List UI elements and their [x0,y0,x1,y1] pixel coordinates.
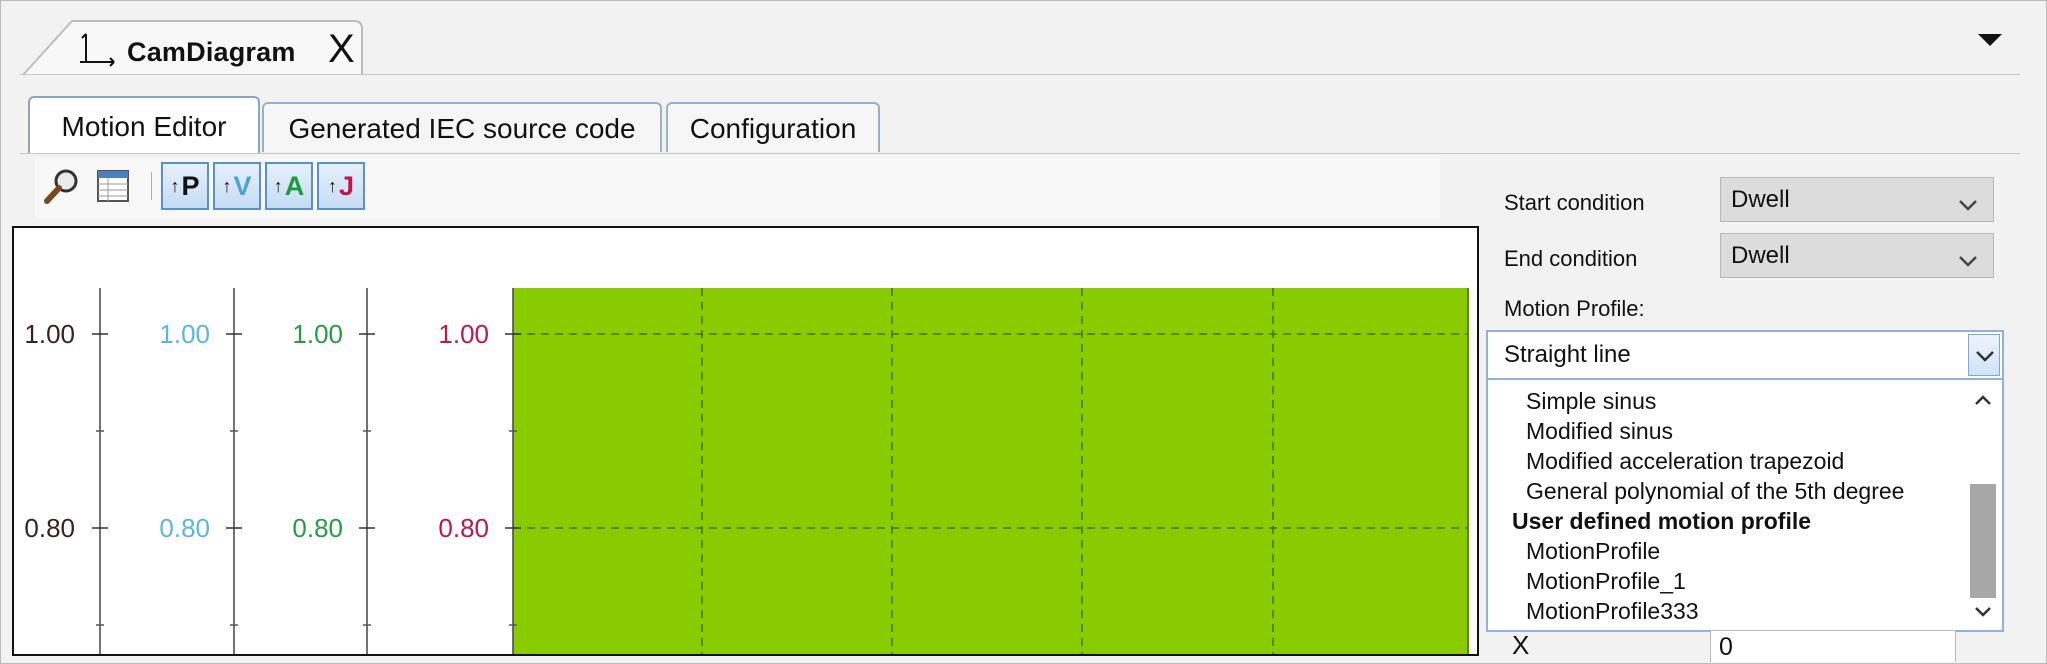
velocity-button-label: V [233,170,252,201]
table-icon[interactable] [91,164,135,208]
document-tab-baseline [20,74,2020,75]
scrollbar-thumb[interactable] [1970,484,1996,598]
end-condition-label: End condition [1504,246,1638,271]
end-condition-select[interactable]: Dwell [1720,233,1994,278]
jerk-button[interactable]: ↑ J [317,162,365,210]
position-button[interactable]: ↑ P [161,162,209,210]
option-motionprofile-1[interactable]: MotionProfile_1 [1526,568,1686,595]
arrow-up-icon: ↑ [273,175,283,196]
option-motionprofile333[interactable]: MotionProfile333 [1526,598,1699,625]
position-tick-label: 1.00 [24,319,75,349]
option-modified-sinus[interactable]: Modified sinus [1526,418,1673,445]
option-modified-acceleration-trapezoid[interactable]: Modified acceleration trapezoid [1526,448,1844,475]
acceleration-tick-label: 0.80 [292,513,343,543]
acceleration-tick-label: 1.00 [292,319,343,349]
tab-content-border [20,153,2020,154]
arrow-up-icon: ↑ [170,175,180,196]
acceleration-button-label: A [284,170,305,201]
acceleration-button[interactable]: ↑ A [265,162,313,210]
position-tick-label: 0.80 [24,513,75,543]
start-condition-value: Dwell [1731,186,1790,213]
start-condition-label: Start condition [1504,190,1645,215]
chart-area-fill [513,288,1468,654]
start-condition-select[interactable]: Dwell [1720,177,1994,222]
tab-configuration[interactable]: Configuration [666,102,880,152]
chevron-down-icon [1976,351,1994,362]
velocity-tick-label: 1.00 [159,319,210,349]
chevron-down-icon [1957,186,1979,229]
dropdown-arrow-icon[interactable] [1978,34,2002,46]
tab-motion-editor[interactable]: Motion Editor [28,96,260,154]
jerk-tick-label: 0.80 [438,513,489,543]
scroll-down-icon[interactable] [1968,598,1998,626]
option-group-user-defined: User defined motion profile [1512,508,1812,534]
option-motionprofile[interactable]: MotionProfile [1526,538,1660,565]
motion-profile-label: Motion Profile: [1504,296,1645,321]
motion-profile-value: Straight line [1504,341,1631,368]
option-general-polynomial-5th-degree[interactable]: General polynomial of the 5th degree [1526,478,1904,505]
cam-diagram-chart[interactable]: 1.00 0.80 1.00 0.80 1.00 0.80 1.00 0.80 [12,226,1479,656]
toolbar: ↑ P ↑ V ↑ A ↑ J [35,158,1440,218]
x-field-label: X [1512,630,1530,660]
chart-canvas: 1.00 0.80 1.00 0.80 1.00 0.80 1.00 0.80 [24,288,1469,654]
velocity-tick-label: 0.80 [159,513,210,543]
axis-icon [78,32,118,73]
end-condition-value: Dwell [1731,242,1790,269]
jerk-button-label: J [338,170,355,201]
arrow-up-icon: ↑ [327,175,337,196]
toolbar-separator [151,172,152,200]
document-tab-title: CamDiagram [127,37,296,67]
tab-generated-iec-source-code[interactable]: Generated IEC source code [262,102,662,152]
option-simple-sinus[interactable]: Simple sinus [1526,388,1656,415]
x-field-input[interactable]: 0 [1710,630,1956,662]
dropdown-scrollbar[interactable] [1968,386,1998,626]
motion-profile-combobox[interactable]: Straight line [1486,330,2004,380]
arrow-up-icon: ↑ [222,175,232,196]
jerk-tick-label: 1.00 [438,319,489,349]
zoom-icon[interactable] [39,164,83,208]
motion-profile-dropdown-list: Simple sinus Modified sinus Modified acc… [1486,380,2004,632]
motion-profile-dropdown-button[interactable] [1968,334,2000,376]
velocity-button[interactable]: ↑ V [213,162,261,210]
chevron-down-icon [1957,242,1979,285]
scroll-up-icon[interactable] [1968,386,1998,414]
close-icon[interactable]: X [328,29,355,69]
document-tab[interactable]: CamDiagram X [22,20,364,76]
position-button-label: P [181,170,200,201]
